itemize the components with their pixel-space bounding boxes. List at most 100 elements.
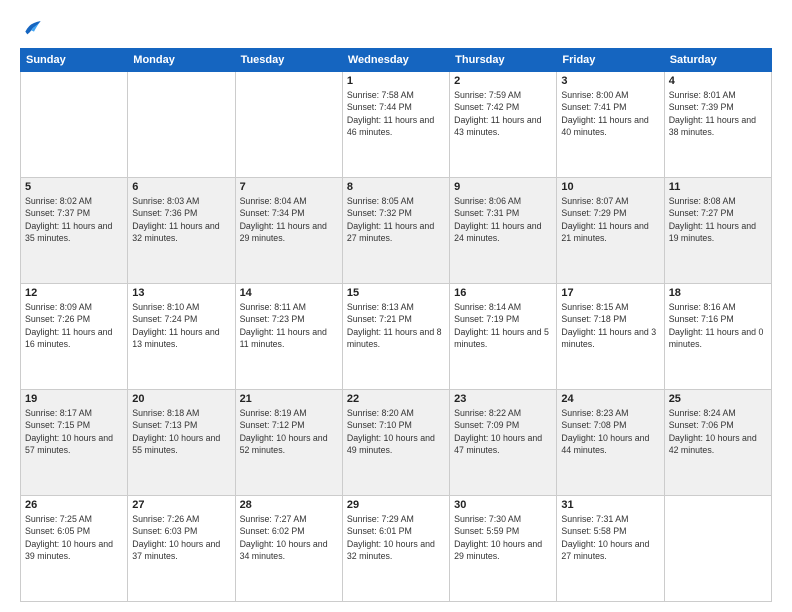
calendar-week-row: 1 Sunrise: 7:58 AM Sunset: 7:44 PM Daylig…	[21, 72, 772, 178]
calendar-week-row: 19 Sunrise: 8:17 AM Sunset: 7:15 PM Dayli…	[21, 390, 772, 496]
calendar-cell: 20Sunrise: 8:18 AM Sunset: 7:13 PM Dayli…	[128, 390, 235, 496]
calendar-cell	[235, 72, 342, 178]
calendar-cell: 7 Sunrise: 8:04 AM Sunset: 7:34 PM Daylig…	[235, 178, 342, 284]
day-info: Sunrise: 8:08 AM Sunset: 7:27 PM Dayligh…	[669, 195, 767, 244]
calendar-cell: 4 Sunrise: 8:01 AM Sunset: 7:39 PM Daylig…	[664, 72, 771, 178]
calendar-header-friday: Friday	[557, 49, 664, 72]
day-info: Sunrise: 8:16 AM Sunset: 7:16 PM Dayligh…	[669, 301, 767, 350]
day-number: 29	[347, 499, 445, 511]
day-number: 2	[454, 75, 552, 87]
day-number: 22	[347, 393, 445, 405]
day-info: Sunrise: 8:07 AM Sunset: 7:29 PM Dayligh…	[561, 195, 659, 244]
day-info: Sunrise: 8:15 AM Sunset: 7:18 PM Dayligh…	[561, 301, 659, 350]
day-info: Sunrise: 8:06 AM Sunset: 7:31 PM Dayligh…	[454, 195, 552, 244]
calendar-cell: 9 Sunrise: 8:06 AM Sunset: 7:31 PM Daylig…	[450, 178, 557, 284]
header	[20, 18, 772, 38]
calendar-cell: 10 Sunrise: 8:07 AM Sunset: 7:29 PM Dayli…	[557, 178, 664, 284]
day-info: Sunrise: 7:26 AM Sunset: 6:03 PM Dayligh…	[132, 513, 230, 562]
day-info: Sunrise: 8:13 AM Sunset: 7:21 PM Dayligh…	[347, 301, 445, 350]
day-info: Sunrise: 8:23 AM Sunset: 7:08 PM Dayligh…	[561, 407, 659, 456]
calendar-cell: 13 Sunrise: 8:10 AM Sunset: 7:24 PM Dayli…	[128, 284, 235, 390]
calendar-cell: 16Sunrise: 8:14 AM Sunset: 7:19 PM Dayli…	[450, 284, 557, 390]
calendar-header-saturday: Saturday	[664, 49, 771, 72]
calendar-cell: 28 Sunrise: 7:27 AM Sunset: 6:02 PM Dayli…	[235, 496, 342, 602]
day-number: 15	[347, 287, 445, 299]
day-info: Sunrise: 8:10 AM Sunset: 7:24 PM Dayligh…	[132, 301, 230, 350]
day-number: 1	[347, 75, 445, 87]
calendar-table: SundayMondayTuesdayWednesdayThursdayFrid…	[20, 48, 772, 602]
day-number: 25	[669, 393, 767, 405]
day-number: 17	[561, 287, 659, 299]
calendar-cell	[21, 72, 128, 178]
page: SundayMondayTuesdayWednesdayThursdayFrid…	[0, 0, 792, 612]
calendar-cell: 6 Sunrise: 8:03 AM Sunset: 7:36 PM Daylig…	[128, 178, 235, 284]
calendar-cell: 1 Sunrise: 7:58 AM Sunset: 7:44 PM Daylig…	[342, 72, 449, 178]
calendar-cell: 27 Sunrise: 7:26 AM Sunset: 6:03 PM Dayli…	[128, 496, 235, 602]
day-number: 8	[347, 181, 445, 193]
day-number: 18	[669, 287, 767, 299]
day-number: 9	[454, 181, 552, 193]
day-number: 30	[454, 499, 552, 511]
day-info: Sunrise: 7:58 AM Sunset: 7:44 PM Dayligh…	[347, 89, 445, 138]
day-info: Sunrise: 8:03 AM Sunset: 7:36 PM Dayligh…	[132, 195, 230, 244]
calendar-week-row: 5Sunrise: 8:02 AM Sunset: 7:37 PM Daylig…	[21, 178, 772, 284]
day-info: Sunrise: 8:20 AM Sunset: 7:10 PM Dayligh…	[347, 407, 445, 456]
day-number: 19	[25, 393, 123, 405]
calendar-cell: 11 Sunrise: 8:08 AM Sunset: 7:27 PM Dayli…	[664, 178, 771, 284]
calendar-cell: 31 Sunrise: 7:31 AM Sunset: 5:58 PM Dayli…	[557, 496, 664, 602]
day-number: 24	[561, 393, 659, 405]
day-info: Sunrise: 8:11 AM Sunset: 7:23 PM Dayligh…	[240, 301, 338, 350]
calendar-header-thursday: Thursday	[450, 49, 557, 72]
calendar-week-row: 12 Sunrise: 8:09 AM Sunset: 7:26 PM Dayli…	[21, 284, 772, 390]
day-number: 3	[561, 75, 659, 87]
day-info: Sunrise: 8:18 AM Sunset: 7:13 PM Dayligh…	[132, 407, 230, 456]
calendar-cell	[664, 496, 771, 602]
calendar-cell: 30 Sunrise: 7:30 AM Sunset: 5:59 PM Dayli…	[450, 496, 557, 602]
day-number: 23	[454, 393, 552, 405]
day-info: Sunrise: 8:14 AM Sunset: 7:19 PM Dayligh…	[454, 301, 552, 350]
day-number: 4	[669, 75, 767, 87]
calendar-cell: 29 Sunrise: 7:29 AM Sunset: 6:01 PM Dayli…	[342, 496, 449, 602]
day-number: 28	[240, 499, 338, 511]
day-info: Sunrise: 8:22 AM Sunset: 7:09 PM Dayligh…	[454, 407, 552, 456]
calendar-cell: 18 Sunrise: 8:16 AM Sunset: 7:16 PM Dayli…	[664, 284, 771, 390]
calendar-cell: 3 Sunrise: 8:00 AM Sunset: 7:41 PM Daylig…	[557, 72, 664, 178]
day-number: 13	[132, 287, 230, 299]
calendar-header-wednesday: Wednesday	[342, 49, 449, 72]
day-number: 7	[240, 181, 338, 193]
day-info: Sunrise: 8:04 AM Sunset: 7:34 PM Dayligh…	[240, 195, 338, 244]
day-info: Sunrise: 7:59 AM Sunset: 7:42 PM Dayligh…	[454, 89, 552, 138]
day-info: Sunrise: 8:19 AM Sunset: 7:12 PM Dayligh…	[240, 407, 338, 456]
calendar-cell: 5Sunrise: 8:02 AM Sunset: 7:37 PM Daylig…	[21, 178, 128, 284]
logo	[20, 18, 44, 38]
calendar-cell: 25 Sunrise: 8:24 AM Sunset: 7:06 PM Dayli…	[664, 390, 771, 496]
calendar-cell: 24 Sunrise: 8:23 AM Sunset: 7:08 PM Dayli…	[557, 390, 664, 496]
day-info: Sunrise: 8:02 AM Sunset: 7:37 PM Dayligh…	[25, 195, 123, 244]
calendar-cell	[128, 72, 235, 178]
day-number: 27	[132, 499, 230, 511]
calendar-cell: 14Sunrise: 8:11 AM Sunset: 7:23 PM Dayli…	[235, 284, 342, 390]
day-info: Sunrise: 7:27 AM Sunset: 6:02 PM Dayligh…	[240, 513, 338, 562]
calendar-cell: 21 Sunrise: 8:19 AM Sunset: 7:12 PM Dayli…	[235, 390, 342, 496]
calendar-cell: 22 Sunrise: 8:20 AM Sunset: 7:10 PM Dayli…	[342, 390, 449, 496]
calendar-header-tuesday: Tuesday	[235, 49, 342, 72]
day-info: Sunrise: 8:09 AM Sunset: 7:26 PM Dayligh…	[25, 301, 123, 350]
day-number: 31	[561, 499, 659, 511]
day-number: 10	[561, 181, 659, 193]
calendar-cell: 17 Sunrise: 8:15 AM Sunset: 7:18 PM Dayli…	[557, 284, 664, 390]
calendar-cell: 12 Sunrise: 8:09 AM Sunset: 7:26 PM Dayli…	[21, 284, 128, 390]
day-number: 21	[240, 393, 338, 405]
day-number: 11	[669, 181, 767, 193]
day-info: Sunrise: 8:00 AM Sunset: 7:41 PM Dayligh…	[561, 89, 659, 138]
day-info: Sunrise: 7:29 AM Sunset: 6:01 PM Dayligh…	[347, 513, 445, 562]
day-number: 6	[132, 181, 230, 193]
day-info: Sunrise: 8:01 AM Sunset: 7:39 PM Dayligh…	[669, 89, 767, 138]
day-info: Sunrise: 7:31 AM Sunset: 5:58 PM Dayligh…	[561, 513, 659, 562]
day-info: Sunrise: 8:24 AM Sunset: 7:06 PM Dayligh…	[669, 407, 767, 456]
calendar-cell: 2 Sunrise: 7:59 AM Sunset: 7:42 PM Daylig…	[450, 72, 557, 178]
day-info: Sunrise: 7:30 AM Sunset: 5:59 PM Dayligh…	[454, 513, 552, 562]
day-number: 12	[25, 287, 123, 299]
calendar-cell: 23 Sunrise: 8:22 AM Sunset: 7:09 PM Dayli…	[450, 390, 557, 496]
day-info: Sunrise: 8:17 AM Sunset: 7:15 PM Dayligh…	[25, 407, 123, 456]
calendar-header-row: SundayMondayTuesdayWednesdayThursdayFrid…	[21, 49, 772, 72]
